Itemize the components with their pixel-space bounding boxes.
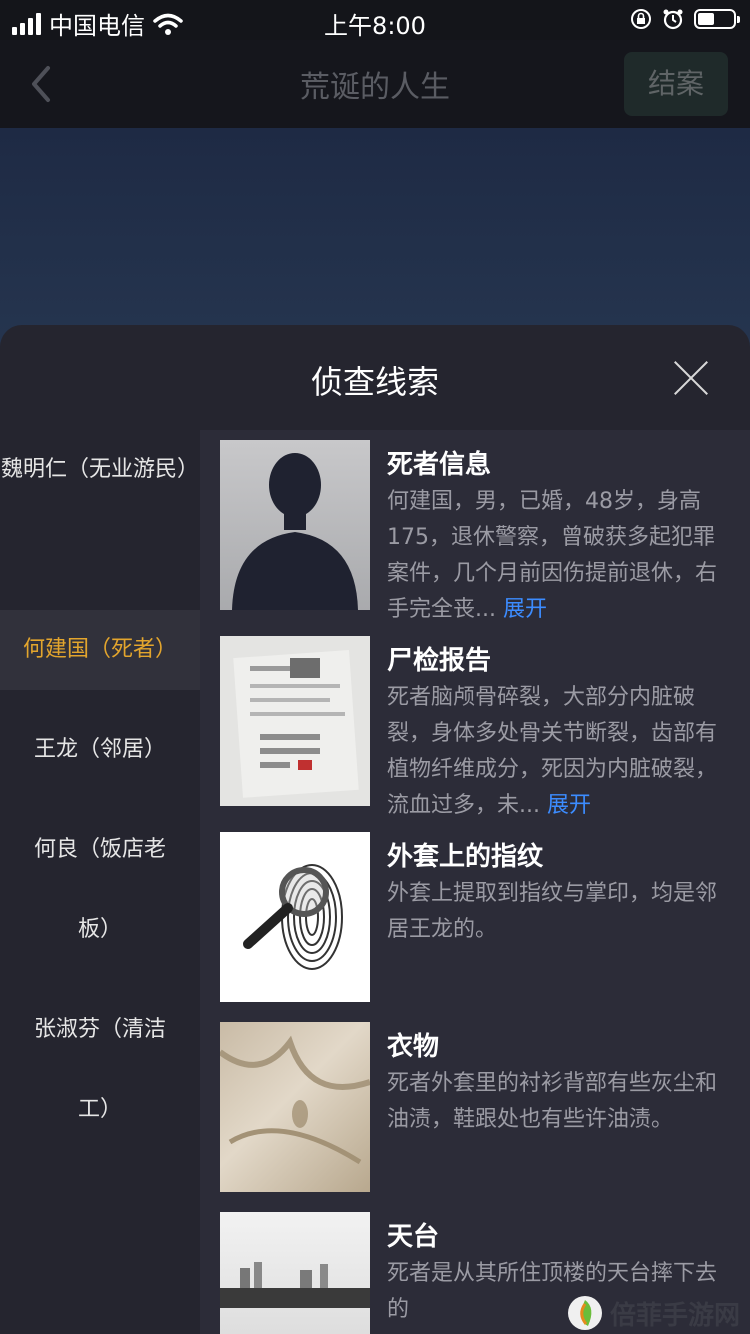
watermark-text: 倍菲手游网	[609, 1300, 740, 1331]
expand-link[interactable]: 展开	[547, 793, 591, 818]
clue-title: 外套上的指纹	[387, 842, 544, 872]
alarm-icon	[663, 9, 683, 30]
clue-title: 衣物	[387, 1032, 440, 1062]
clue-card[interactable]: 死者信息 何建国，男，已婚，48岁，身高175，退休警察，曾破获多起犯罪案件，几…	[220, 440, 740, 622]
clue-title: 尸检报告	[387, 646, 492, 676]
orientation-lock-icon	[631, 9, 651, 29]
suspect-label: 何良（饭店老板）	[33, 837, 166, 942]
status-right	[630, 8, 740, 30]
clue-list: 死者信息 何建国，男，已婚，48岁，身高175，退休警察，曾破获多起犯罪案件，几…	[200, 430, 750, 1334]
close-case-button[interactable]: 结案	[624, 52, 728, 116]
clue-panel: 侦查线索 魏明仁（无业游民） 何建国（死者） 王龙（邻居） 何良（饭店老板） 张…	[0, 325, 750, 1334]
clue-title: 天台	[387, 1222, 440, 1252]
suspect-item[interactable]: 王龙（邻居）	[0, 690, 200, 810]
suspect-item[interactable]: 张淑芬（清洁工）	[0, 990, 200, 1170]
fingerprint-image	[220, 832, 370, 1002]
clothing-image	[220, 1022, 370, 1192]
suspect-label: 魏明仁（无业游民）	[0, 457, 199, 482]
clue-desc: 外套上提取到指纹与掌印，均是邻居王龙的。	[387, 881, 718, 942]
clue-card[interactable]: 衣物 死者外套里的衬衫背部有些灰尘和油渍，鞋跟处也有些许油渍。	[220, 1022, 740, 1194]
suspect-item[interactable]: 何良（饭店老板）	[0, 810, 200, 990]
suspect-item-active[interactable]: 何建国（死者）	[0, 610, 200, 690]
rooftop-image	[220, 1212, 370, 1334]
clue-card[interactable]: 外套上的指纹 外套上提取到指纹与掌印，均是邻居王龙的。	[220, 832, 740, 1004]
leaf-logo-icon	[567, 1296, 602, 1330]
panel-title: 侦查线索	[310, 363, 439, 401]
clue-title: 死者信息	[387, 450, 492, 480]
nav-bar: 荒诞的人生 结案	[0, 40, 750, 128]
suspect-label: 王龙（邻居）	[33, 737, 166, 762]
expand-link[interactable]: 展开	[503, 597, 547, 622]
clue-desc: 死者外套里的衬衫背部有些灰尘和油渍，鞋跟处也有些许油渍。	[387, 1071, 718, 1132]
status-bar: 中国电信 上午8:00	[0, 0, 750, 40]
watermark: 倍菲手游网	[566, 1294, 740, 1332]
close-icon[interactable]	[674, 361, 708, 395]
clue-desc: 死者脑颅骨碎裂，大部分内脏破裂，身体多处骨关节断裂，齿部有植物纤维成分，死因为内…	[387, 685, 718, 818]
battery-icon	[694, 9, 740, 29]
clue-card[interactable]: 尸检报告 死者脑颅骨碎裂，大部分内脏破裂，身体多处骨关节断裂，齿部有植物纤维成分…	[220, 636, 740, 818]
suspect-item[interactable]: 魏明仁（无业游民）	[0, 430, 200, 610]
suspect-label: 张淑芬（清洁工）	[33, 1017, 166, 1122]
clue-desc: 何建国，男，已婚，48岁，身高175，退休警察，曾破获多起犯罪案件，几个月前因伤…	[387, 489, 718, 622]
silhouette-image	[220, 440, 370, 610]
suspect-sidebar: 魏明仁（无业游民） 何建国（死者） 王龙（邻居） 何良（饭店老板） 张淑芬（清洁…	[0, 430, 200, 1170]
autopsy-report-image	[220, 636, 370, 806]
